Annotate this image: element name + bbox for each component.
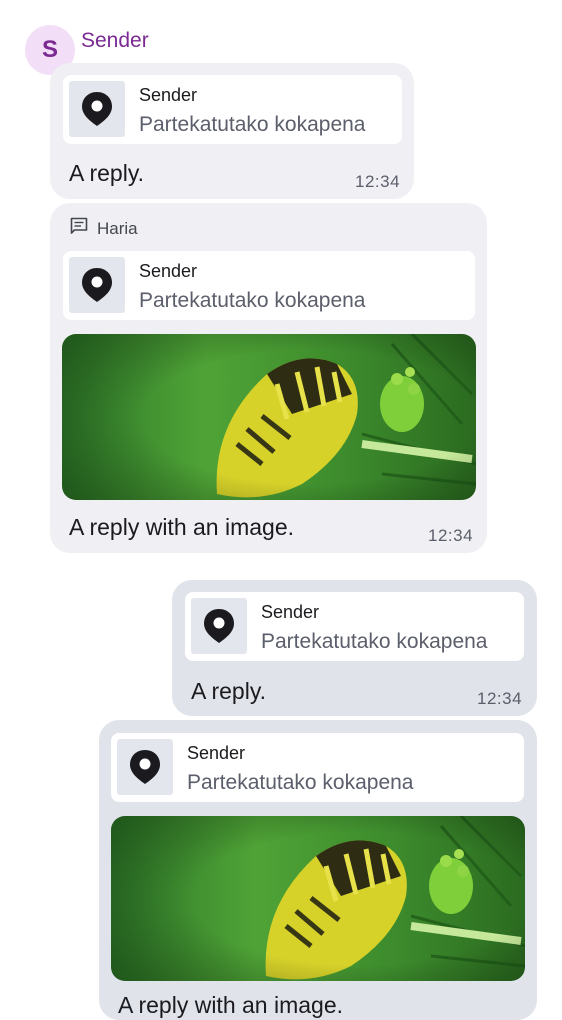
message-text: A reply with an image.	[69, 514, 295, 540]
quote-text: Partekatutako kokapena	[187, 771, 414, 794]
sender-name[interactable]: Sender	[81, 29, 149, 53]
message-bubble[interactable]: Sender Partekatutako kokapena A reply wi…	[99, 720, 537, 1020]
message-bubble[interactable]: Sender Partekatutako kokapena A reply. 1…	[172, 580, 537, 716]
message-text: A reply.	[69, 160, 144, 186]
quote-sender: Sender	[139, 85, 198, 105]
message-text: A reply.	[191, 678, 266, 704]
quote-sender: Sender	[139, 261, 198, 281]
thread-label: Haria	[97, 218, 138, 238]
timestamp: 12:34	[477, 689, 523, 708]
reply-quote[interactable]: Sender Partekatutako kokapena	[185, 592, 524, 661]
timestamp: 12:34	[355, 172, 401, 191]
message-text: A reply with an image.	[118, 992, 344, 1018]
quote-text: Partekatutako kokapena	[139, 113, 366, 136]
message-bubble[interactable]: Sender Partekatutako kokapena A reply. 1…	[50, 63, 414, 199]
quote-sender: Sender	[187, 743, 246, 763]
reply-quote[interactable]: Sender Partekatutako kokapena	[111, 733, 524, 802]
message-bubble[interactable]: Haria Sender Partekatutako kokapena A re…	[50, 203, 487, 553]
location-pin-icon	[69, 81, 125, 137]
quote-text: Partekatutako kokapena	[261, 630, 488, 653]
quote-text: Partekatutako kokapena	[139, 289, 366, 312]
location-pin-icon	[117, 739, 173, 795]
reply-quote[interactable]: Sender Partekatutako kokapena	[63, 75, 402, 144]
reply-quote[interactable]: Sender Partekatutako kokapena	[63, 251, 475, 320]
caterpillar-photo[interactable]	[62, 334, 476, 500]
thread-indicator[interactable]: Haria	[69, 216, 138, 241]
timestamp: 12:34	[428, 526, 474, 545]
thread-icon	[69, 216, 89, 241]
quote-sender: Sender	[261, 602, 320, 622]
location-pin-icon	[69, 257, 125, 313]
location-pin-icon	[191, 598, 247, 654]
caterpillar-photo[interactable]	[111, 816, 525, 981]
